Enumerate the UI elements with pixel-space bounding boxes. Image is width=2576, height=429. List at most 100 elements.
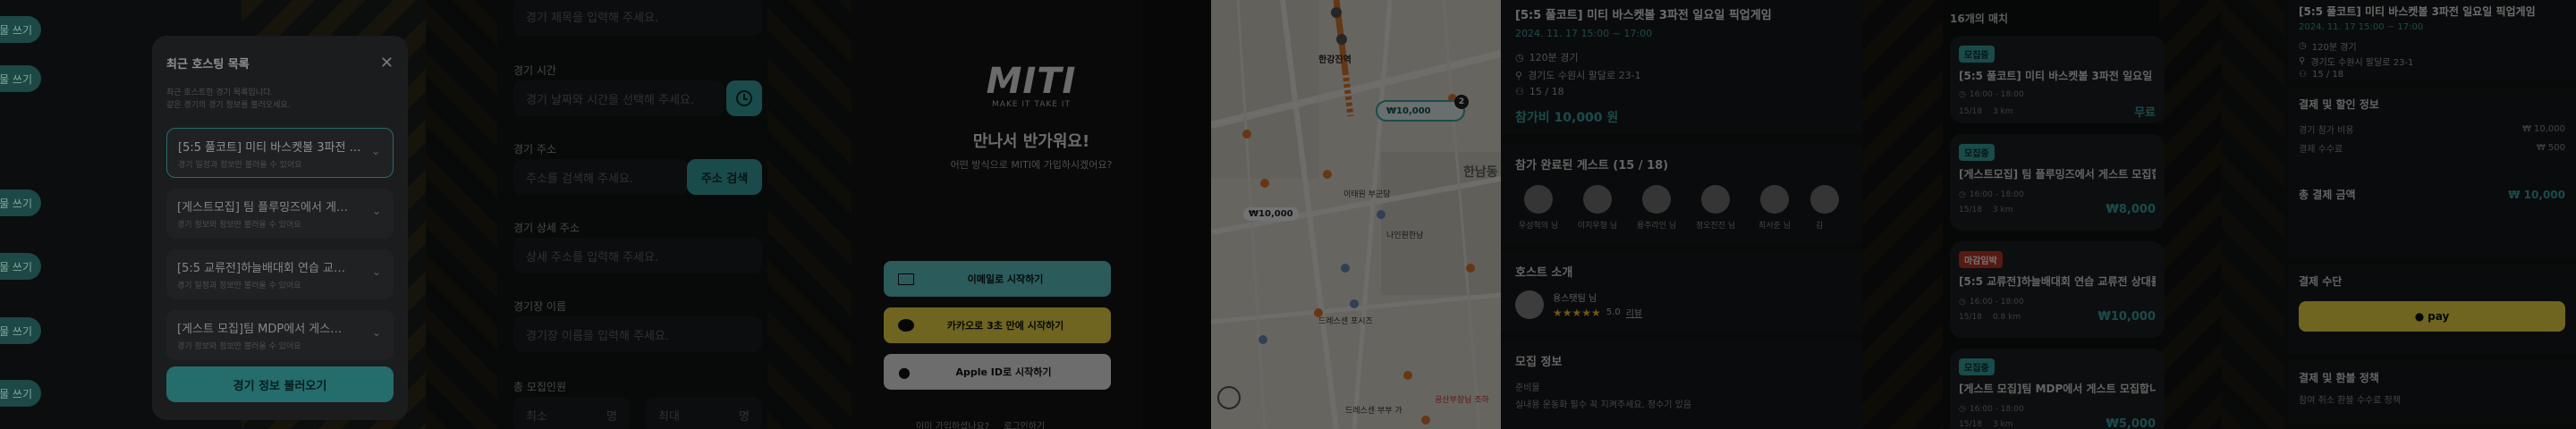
kakao-icon — [898, 319, 914, 332]
pay-method-title: 결제 수단 — [2299, 275, 2343, 288]
screen-match-list: 16개의 매치 모집중 [5:5 풀코트] 미티 바스켓볼 3파전 일요일 픽…… — [1862, 0, 2222, 429]
match-address: ⚲ 경기도 수원시 팔달로 23-1 — [1515, 68, 1848, 82]
count-text: 15 / 18 — [1529, 86, 1564, 97]
guests-section: 참가 완료된 게스트 (15 / 18) 우성혁의 님 이지우형 님 용주라인 … — [1501, 145, 1862, 243]
match-card-title: [게스트 모집]팀 MDP에서 게스트 모집합니다 — [1959, 383, 2156, 395]
total-label: 총 모집인원 — [513, 381, 567, 393]
match-card-title: [5:5 풀코트] 미티 바스켓볼 3파전 일요일 픽… — [1959, 70, 2156, 82]
time-text: 16:00 - 18:00 — [1969, 190, 2024, 199]
footer-text: 이미 가입하셨나요? — [916, 422, 990, 429]
match-card-meta: 15/18 3 km 무료 — [1959, 103, 2156, 120]
kakao-button-label: 카카오로 3초 만에 시작하기 — [946, 320, 1064, 332]
background-pattern — [1862, 0, 1943, 429]
modal-title: 최근 호스팅 목록 — [166, 58, 250, 72]
clock-icon: ◷ — [1959, 190, 1966, 199]
detail-address-input[interactable]: 상세 주소를 입력해 주세요. — [513, 238, 762, 273]
pin-icon: ⚲ — [1515, 69, 1523, 81]
match-card[interactable]: 마감임박 [5:5 교류전]하늘배대회 연습 교류전 상대를… ◷ 16:00 -… — [1950, 241, 2165, 338]
left-chip[interactable]: 물 쓰기 — [0, 16, 41, 43]
status-badge: 마감임박 — [1959, 251, 2003, 268]
guest-name: 정오진진 님 — [1695, 222, 1736, 231]
left-chip[interactable]: 물 쓰기 — [0, 253, 41, 280]
match-title: [5:5 풀코트] 미티 바스켓볼 3파전 일요일 픽업게임 — [2299, 5, 2536, 18]
avatar — [1583, 185, 1612, 214]
fee-value: ₩ 10,000 — [2521, 124, 2565, 134]
hosting-item[interactable]: [게스트모집] 팀 플루밍즈에서 게… 경기 정보와 정보만 불러올 수 있어요… — [166, 189, 394, 239]
match-card[interactable]: 모집중 [게스트모집] 팀 플루밍즈에서 게스트 모집합… ◷ 16:00 - 1… — [1950, 134, 2165, 231]
kakaopay-button[interactable]: ● pay — [2299, 301, 2565, 332]
people-text: 15/18 — [1959, 419, 1982, 429]
match-price: ₩8,000 — [2106, 203, 2156, 216]
min-input[interactable]: 최소 명 — [513, 397, 630, 429]
guest-item[interactable]: 이지우형 님 — [1574, 185, 1621, 231]
host-info[interactable]: 용스탯팀 님 ★★★★★ 5.0 리뷰 — [1515, 290, 1848, 319]
address-input[interactable]: 주소를 검색해 주세요. — [513, 159, 689, 195]
location-icon[interactable] — [1220, 390, 1240, 409]
price-marker-small[interactable]: ₩10,000 — [1243, 207, 1299, 221]
guest-name: 이지우형 님 — [1577, 222, 1618, 231]
screen-payment: [5:5 풀코트] 미티 바스켓볼 3파전 일요일 픽업게임 2024. 11.… — [2222, 0, 2576, 429]
email-login-button[interactable]: 이메일로 시작하기 — [884, 261, 1111, 297]
max-input[interactable]: 최대 명 — [646, 397, 762, 429]
place-label: 공산부장님 조하 — [1435, 396, 1489, 405]
screen-login: MITI MAKE IT TAKE IT 만나서 반가워요! 어떤 방식으로 M… — [852, 0, 1211, 429]
guest-item[interactable]: 최서준 님 — [1751, 185, 1798, 231]
pay-info-section: 결제 및 할인 정보 경기 참가 비용 ₩ 10,000 결제 수수료 ₩ 50… — [2288, 88, 2576, 257]
fee-label: 경기 참가 비용 — [2299, 126, 2354, 136]
match-card-meta: 15/18 3 km ₩5,000 — [1959, 417, 2156, 429]
hosting-item-sub: 경기 정보와 정보만 불러올 수 있어요 — [177, 221, 301, 230]
guest-item[interactable]: 용주라인 님 — [1633, 185, 1680, 231]
chevron-down-icon: ⌄ — [371, 265, 381, 278]
left-chip[interactable]: 물 쓰기 — [0, 317, 41, 344]
price-marker[interactable]: ₩10,000 2 — [1376, 95, 1469, 122]
hosting-item[interactable]: [5:5 풀코트] 미티 바스켓볼 3파전 … 경기 일정과 정보만 불러올 수… — [166, 128, 394, 178]
hosting-item[interactable]: [5:5 교류전]하늘배대회 연습 교… 경기 일정과 정보만 불러올 수 있어… — [166, 249, 394, 299]
service-fee-value: ₩ 500 — [2536, 143, 2565, 153]
clock-button[interactable] — [726, 80, 762, 116]
guest-item[interactable]: 정오진진 님 — [1692, 185, 1739, 231]
star-rating-icon: ★★★★★ — [1553, 306, 1601, 319]
apple-icon: ● — [898, 363, 911, 381]
left-chip[interactable]: 물 쓰기 — [0, 65, 41, 92]
avatar — [1524, 185, 1553, 214]
time-text: 16:00 - 18:00 — [1969, 90, 2024, 99]
time-input[interactable]: 경기 날짜와 시간을 선택해 주세요. — [513, 80, 724, 116]
match-card[interactable]: 모집중 [5:5 풀코트] 미티 바스켓볼 3파전 일요일 픽… ◷ 16:00 … — [1950, 36, 2165, 123]
match-price: ₩10,000 — [2097, 310, 2156, 324]
host-reviews-link[interactable]: 리뷰 — [1626, 306, 1642, 319]
people-text: 15/18 — [1959, 106, 1982, 116]
match-fee: 참가비 10,000 원 — [1515, 111, 1619, 125]
venue-input[interactable]: 경기장 이름을 입력해 주세요. — [513, 316, 762, 352]
address-search-button[interactable]: 주소 검색 — [687, 159, 762, 195]
left-chip[interactable]: 물 쓰기 — [0, 189, 41, 216]
close-icon[interactable]: ✕ — [380, 54, 394, 72]
match-card-time: ◷ 16:00 - 18:00 — [1959, 405, 2156, 414]
station-label: 한강진역 — [1318, 55, 1352, 65]
hosting-item[interactable]: [게스트 모집]팀 MDP에서 게스… 경기 정보와 정보만 불러올 수 있어요… — [166, 310, 394, 360]
total-value: ₩ 10,000 — [2508, 188, 2565, 201]
kakao-login-button[interactable]: 카카오로 3초 만에 시작하기 — [884, 307, 1111, 343]
match-card-time: ◷ 16:00 - 18:00 — [1959, 298, 2156, 307]
kakaopay-icon: ● — [2414, 310, 2425, 323]
login-link[interactable]: 로그인하기 — [1004, 418, 1045, 429]
guest-name: 우성혁의 님 — [1518, 222, 1559, 231]
guest-item[interactable]: 우성혁의 님 — [1515, 185, 1562, 231]
screen-match-detail: [5:5 풀코트] 미티 바스켓볼 3파전 일요일 픽업게임 2024. 11.… — [1501, 0, 1862, 429]
side-strip — [1143, 0, 1211, 429]
title-input[interactable]: 경기 제목을 입력해 주세요. — [513, 0, 762, 36]
apple-login-button[interactable]: ● Apple ID로 시작하기 — [884, 354, 1111, 390]
mail-icon — [898, 273, 914, 285]
total-label: 총 결제 금액 — [2299, 189, 2356, 201]
background-pattern — [426, 0, 497, 429]
recruit-title: 모집 정보 — [1515, 356, 1563, 369]
email-button-label: 이메일로 시작하기 — [967, 273, 1044, 285]
guest-item[interactable]: 김 — [1810, 185, 1839, 231]
guests-title: 참가 완료된 게스트 (15 / 18) — [1515, 159, 1669, 172]
match-card[interactable]: 모집중 [게스트 모집]팀 MDP에서 게스트 모집합니다 ◷ 16:00 - 1… — [1950, 349, 2165, 429]
load-match-button[interactable]: 경기 정보 불러오기 — [166, 366, 394, 402]
left-chip[interactable]: 물 쓰기 — [0, 380, 41, 407]
form-container: 경기 제목을 입력해 주세요. 경기 시간 경기 날짜와 시간을 선택해 주세요… — [508, 0, 767, 429]
min-label: 최소 — [526, 409, 547, 424]
pay-method-section: 결제 수단 ● pay — [2288, 265, 2576, 354]
recruit-sub: 준비물 — [1515, 383, 1540, 393]
